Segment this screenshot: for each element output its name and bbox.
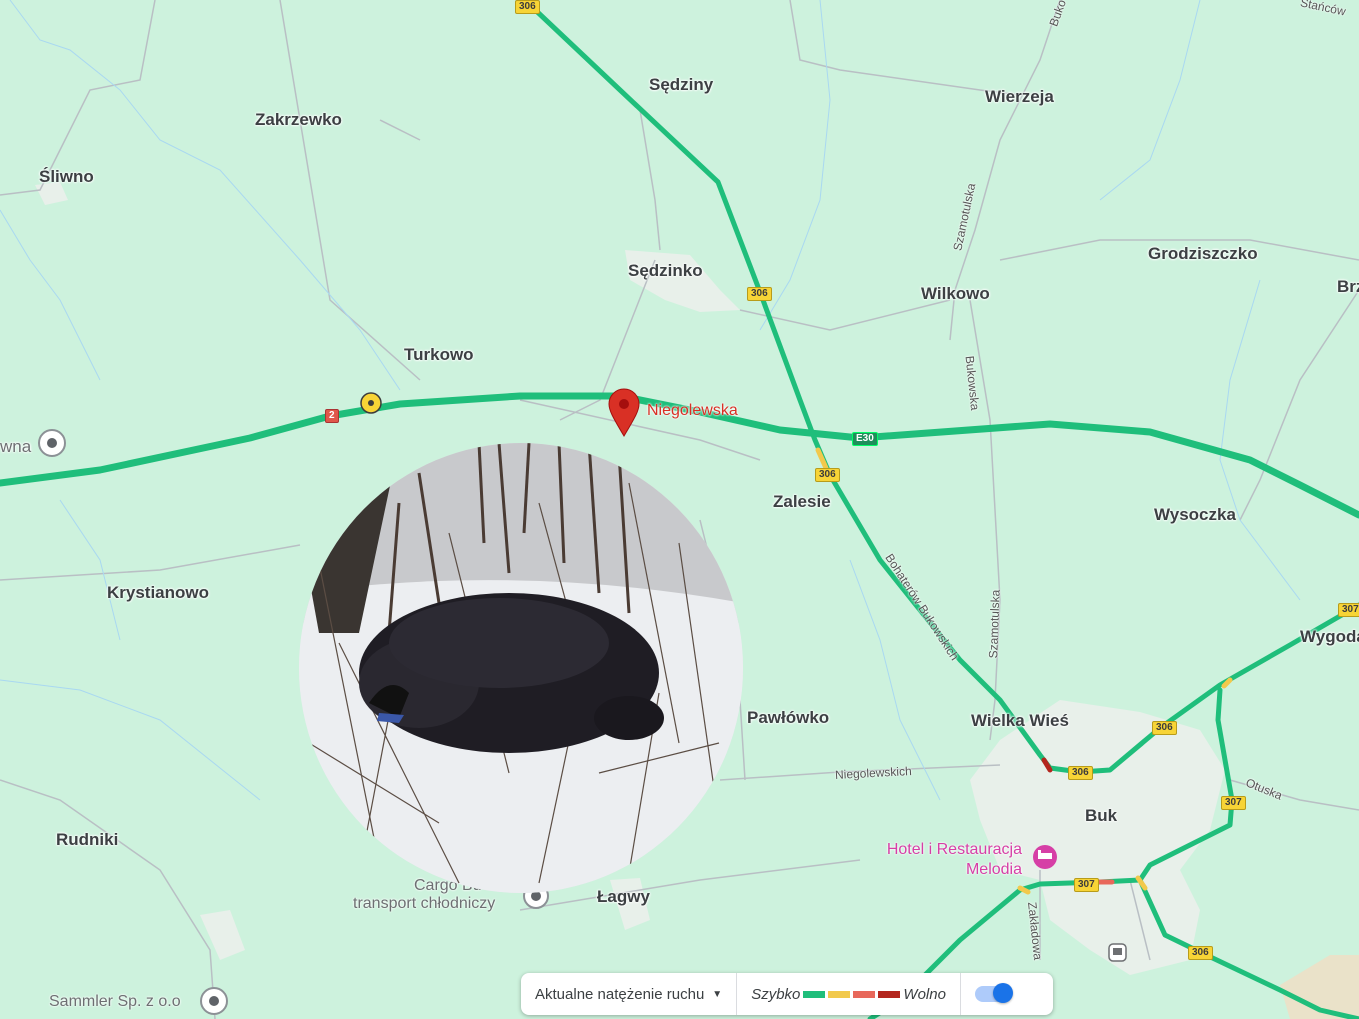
speed-swatch-fast	[803, 990, 826, 998]
poi-marker-icon[interactable]	[200, 987, 228, 1015]
place-label-buk: Buk	[1085, 806, 1118, 825]
toggle-knob	[992, 983, 1013, 1003]
place-label-wygoda: Wygoda	[1300, 627, 1359, 646]
poi-marker-icon[interactable]	[38, 429, 66, 457]
hotel-icon[interactable]	[1033, 845, 1057, 869]
traffic-mode-dropdown[interactable]: Aktualne natężenie ruchu ▼	[521, 986, 736, 1003]
road-number-badge: 306	[747, 287, 772, 301]
road-number-badge: 306	[515, 0, 540, 14]
place-label-brz: Brz	[1337, 277, 1359, 296]
street-label: Szamotulska	[986, 589, 1003, 659]
place-label-sedzinko: Sędzinko	[628, 261, 703, 280]
place-label-wysoczka: Wysoczka	[1154, 505, 1236, 524]
legend-divider	[959, 973, 961, 1015]
road-number-badge: 306	[1188, 946, 1213, 960]
road-number-badge: 2	[325, 409, 339, 423]
place-label-krystianowo: Krystianowo	[107, 583, 210, 602]
poi-label-hotel[interactable]: Hotel i Restauracja Melodia	[862, 840, 1022, 880]
slow-label: Wolno	[903, 985, 946, 1003]
place-label-wielka-wies: Wielka Wieś	[971, 711, 1069, 730]
hotel-label-line1: Hotel i Restauracja	[886, 841, 1022, 858]
speed-swatch-medium	[828, 990, 851, 998]
place-label-lagwy: Łagwy	[597, 887, 650, 906]
road-number-badge: 306	[1152, 721, 1177, 735]
place-label-zakrzewko: Zakrzewko	[255, 110, 342, 129]
map-pin-icon[interactable]	[608, 388, 640, 437]
place-label-pawlowko: Pawłówko	[747, 708, 830, 727]
place-label-rudniki: Rudniki	[56, 830, 119, 849]
place-label-zalesie: Zalesie	[773, 492, 831, 511]
traffic-toggle[interactable]	[974, 983, 1013, 1003]
traffic-mode-label: Aktualne natężenie ruchu	[535, 985, 705, 1003]
speed-scale: Szybko Wolno	[737, 986, 960, 1003]
road-number-badge: E30	[852, 432, 878, 446]
poi-label-sammler[interactable]: Sammler Sp. z o.o	[49, 993, 181, 1011]
wild-boar-photo	[299, 443, 743, 893]
place-label-wierzeja: Wierzeja	[985, 87, 1054, 106]
place-label-turkowo: Turkowo	[404, 345, 474, 364]
caret-down-icon: ▼	[712, 988, 723, 1000]
pin-label[interactable]: Niegolewska	[647, 402, 738, 420]
place-label-grodziszczko: Grodziszczko	[1148, 244, 1258, 263]
place-label-wna: wna	[0, 437, 32, 456]
fast-label: Szybko	[751, 985, 801, 1003]
road-number-badge: 307	[1221, 796, 1246, 810]
place-label-wilkowo: Wilkowo	[921, 284, 990, 303]
speed-swatch-slow	[853, 990, 876, 998]
place-label-sliwno: Śliwno	[39, 167, 94, 186]
poi-label-cargo-line2[interactable]: transport chłodniczy	[353, 895, 495, 913]
road-number-badge: 307	[1338, 603, 1359, 617]
road-number-badge: 307	[1074, 878, 1099, 892]
place-label-sedziny: Sędziny	[649, 75, 714, 94]
hotel-label-line2: Melodia	[965, 861, 1022, 878]
road-number-badge: 306	[1068, 766, 1093, 780]
speed-swatch-very-slow	[878, 990, 901, 998]
camera-icon[interactable]	[360, 392, 382, 414]
transit-icon[interactable]	[1108, 943, 1127, 962]
traffic-legend: Aktualne natężenie ruchu ▼ Szybko Wolno	[521, 973, 1053, 1015]
road-number-badge: 306	[815, 468, 840, 482]
